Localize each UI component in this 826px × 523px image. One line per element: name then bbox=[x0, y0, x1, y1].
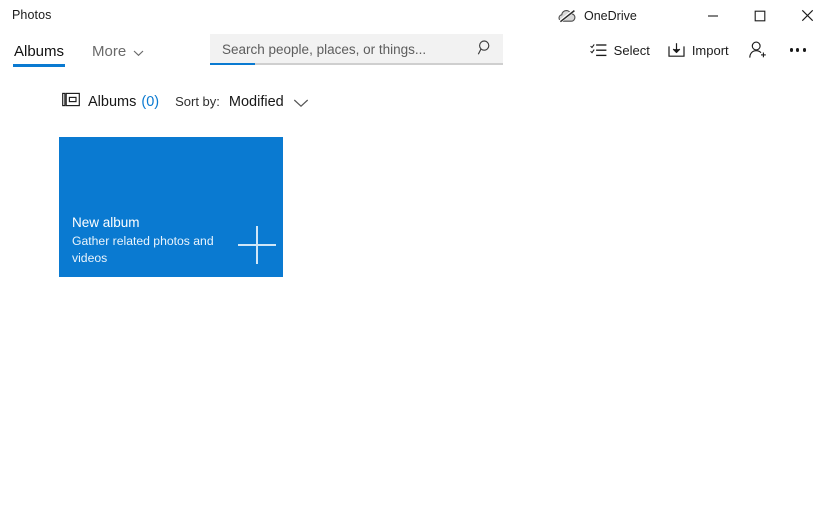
tab-more-label: More bbox=[92, 43, 127, 60]
albums-subheader: Albums (0) Sort by: Modified bbox=[0, 86, 826, 118]
add-person-button[interactable] bbox=[738, 33, 778, 67]
plus-icon bbox=[238, 226, 276, 264]
select-button[interactable]: Select bbox=[581, 33, 659, 67]
close-button[interactable] bbox=[784, 0, 826, 31]
import-button[interactable]: Import bbox=[659, 33, 738, 67]
search-box[interactable]: Search people, places, or things... bbox=[210, 34, 503, 65]
import-icon bbox=[668, 42, 685, 58]
search-icon bbox=[477, 39, 494, 61]
sort-by-value: Modified bbox=[228, 94, 284, 110]
album-icon bbox=[62, 92, 80, 112]
search-button[interactable] bbox=[472, 37, 498, 62]
tab-albums-label: Albums bbox=[14, 43, 65, 60]
select-checklist-icon bbox=[589, 43, 607, 58]
cloud-off-icon bbox=[558, 9, 577, 23]
albums-count: (0) bbox=[141, 94, 160, 110]
command-bar-actions: Select Import bbox=[581, 33, 818, 67]
title-bar: Photos OneDrive bbox=[0, 0, 826, 31]
minimize-button[interactable] bbox=[690, 0, 736, 31]
sort-by-label: Sort by: bbox=[175, 94, 220, 109]
albums-label: Albums bbox=[88, 94, 137, 110]
add-person-icon bbox=[748, 41, 768, 59]
new-album-subtitle: Gather related photos and videos bbox=[72, 234, 214, 265]
tab-albums[interactable]: Albums bbox=[0, 31, 78, 67]
import-label: Import bbox=[691, 42, 729, 58]
onedrive-label: OneDrive bbox=[584, 9, 637, 23]
tab-active-underline bbox=[13, 64, 66, 67]
search-underline-accent bbox=[210, 62, 255, 65]
minimize-icon bbox=[707, 10, 719, 22]
plus-icon-vertical-bar bbox=[256, 226, 259, 264]
more-dots-icon bbox=[796, 48, 800, 52]
new-album-tile-text: New album Gather related photos and vide… bbox=[72, 213, 222, 267]
more-options-button[interactable] bbox=[778, 33, 818, 67]
chevron-down-icon bbox=[133, 47, 144, 57]
close-icon bbox=[801, 9, 814, 22]
sort-by-control[interactable]: Sort by: Modified bbox=[175, 92, 309, 112]
new-album-title: New album bbox=[72, 215, 140, 230]
select-label: Select bbox=[613, 42, 650, 58]
app-title: Photos bbox=[12, 8, 52, 22]
maximize-icon bbox=[754, 10, 766, 22]
more-dots-icon bbox=[789, 48, 793, 52]
command-bar: Albums More Search people, places, or th… bbox=[0, 31, 826, 74]
new-album-tile[interactable]: New album Gather related photos and vide… bbox=[59, 137, 283, 277]
more-dots-icon bbox=[802, 48, 806, 52]
tab-more[interactable]: More bbox=[78, 31, 158, 64]
tab-list: Albums More bbox=[0, 31, 158, 67]
onedrive-status-button[interactable]: OneDrive bbox=[552, 3, 643, 29]
chevron-down-icon bbox=[293, 96, 309, 108]
albums-view-selector[interactable]: Albums (0) bbox=[62, 92, 159, 112]
search-input[interactable]: Search people, places, or things... bbox=[222, 41, 426, 59]
maximize-button[interactable] bbox=[737, 0, 783, 31]
